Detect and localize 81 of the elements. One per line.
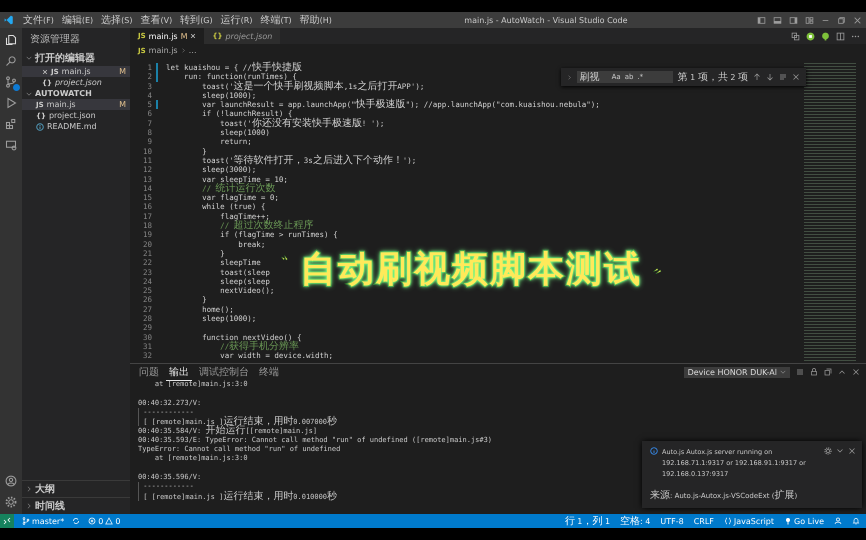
layout-icon[interactable]	[789, 16, 798, 24]
problems-status[interactable]: 0 0	[88, 516, 120, 526]
menu-item[interactable]: 转到(G)	[177, 13, 216, 27]
monitor-icon[interactable]	[5, 139, 17, 151]
menu-item[interactable]: 文件(F)	[20, 13, 57, 27]
chevron-icon	[26, 503, 32, 509]
section-header[interactable]: 大纲	[22, 480, 130, 497]
notification-dot	[13, 84, 20, 91]
menu-item[interactable]: 帮助(H)	[296, 13, 335, 27]
menu-item[interactable]: 查看(V)	[137, 13, 176, 27]
chevron-down-icon[interactable]	[836, 447, 844, 455]
error-icon	[88, 517, 96, 525]
layout-icon[interactable]	[805, 16, 814, 24]
close-icon[interactable]	[42, 68, 48, 74]
branch-icon[interactable]	[5, 76, 17, 88]
menu-item[interactable]: 编辑(E)	[58, 13, 96, 27]
accounts-icon[interactable]	[834, 517, 842, 525]
run-debug-icon[interactable]	[5, 97, 17, 109]
vscode-logo-icon	[4, 15, 14, 25]
bell-icon[interactable]	[852, 517, 860, 525]
close-icon[interactable]	[792, 73, 800, 81]
status-item[interactable]: CRLF	[694, 516, 714, 526]
chevron-icon	[180, 48, 186, 53]
status-item[interactable]: Go Live	[784, 516, 824, 526]
compare-icon[interactable]	[791, 32, 800, 40]
panel-tab[interactable]: 输出	[166, 364, 192, 380]
section-header[interactable]: 打开的编辑器	[22, 50, 130, 66]
info-icon	[650, 447, 658, 455]
chevron-icon	[26, 486, 32, 492]
panel-tab[interactable]: 终端	[256, 364, 282, 380]
close-icon[interactable]	[848, 447, 856, 455]
split-editor-icon[interactable]	[836, 32, 845, 40]
settings-icon[interactable]	[5, 496, 17, 508]
account-icon[interactable]	[5, 475, 17, 487]
chevron-icon[interactable]	[566, 74, 572, 80]
status-item[interactable]: 空格: 4	[620, 514, 650, 528]
status-item[interactable]: JavaScript	[724, 516, 774, 526]
run-icon[interactable]	[806, 32, 815, 40]
status-item[interactable]: 行 1，列 1	[564, 514, 610, 528]
panel-tab[interactable]: 调试控制台	[196, 364, 252, 380]
menu-item[interactable]: 运行(R)	[218, 13, 256, 27]
sync-icon[interactable]	[72, 517, 80, 525]
caret-icon	[780, 369, 786, 375]
files-icon[interactable]	[5, 34, 17, 46]
chevron-up-icon[interactable]	[838, 368, 846, 376]
layout-icon[interactable]	[773, 16, 782, 24]
arrow-down-icon[interactable]	[766, 73, 774, 81]
breadcrumb-item[interactable]: main.js	[148, 46, 178, 55]
branch-status[interactable]: master*	[22, 516, 64, 526]
extensions-icon[interactable]	[5, 118, 17, 130]
remote-indicator[interactable]	[0, 514, 14, 528]
sidebar-title: 资源管理器	[29, 33, 81, 47]
overlay-caption: 自动刷视频脚本测试	[300, 252, 642, 288]
lock-icon[interactable]	[810, 368, 818, 376]
close-icon[interactable]	[190, 33, 196, 39]
status-item[interactable]: UTF-8	[660, 516, 684, 526]
menu-item[interactable]: 终端(T)	[257, 13, 295, 27]
chevron-icon	[26, 90, 32, 96]
device-dropdown[interactable]: Device HONOR DUK-Al	[684, 366, 790, 378]
chevron-icon	[26, 55, 32, 61]
list-icon[interactable]	[796, 368, 804, 376]
branch-icon	[22, 517, 30, 525]
braces-icon	[724, 517, 732, 525]
close-icon[interactable]	[852, 368, 860, 376]
lines-icon[interactable]	[779, 73, 787, 81]
info-icon	[36, 122, 44, 130]
layout-icon[interactable]	[757, 16, 766, 24]
menu-item[interactable]: 选择(S)	[98, 13, 136, 27]
search-icon[interactable]	[5, 55, 17, 67]
file-item[interactable]: README.md	[22, 121, 130, 132]
panel-tab[interactable]: 问题	[136, 364, 162, 380]
window-title: main.js - AutoWatch - Visual Studio Code	[463, 16, 629, 24]
copy-icon[interactable]	[824, 368, 832, 376]
section-header[interactable]: AUTOWATCH	[22, 88, 130, 99]
settings-icon[interactable]	[824, 447, 832, 455]
warning-icon	[105, 517, 114, 525]
arrow-up-icon[interactable]	[753, 73, 761, 81]
remote-icon	[3, 517, 11, 525]
breadcrumb-item[interactable]: …	[188, 46, 197, 55]
restore-icon[interactable]	[837, 16, 846, 24]
match-count: 第 1 项，共 2 项	[678, 70, 748, 84]
